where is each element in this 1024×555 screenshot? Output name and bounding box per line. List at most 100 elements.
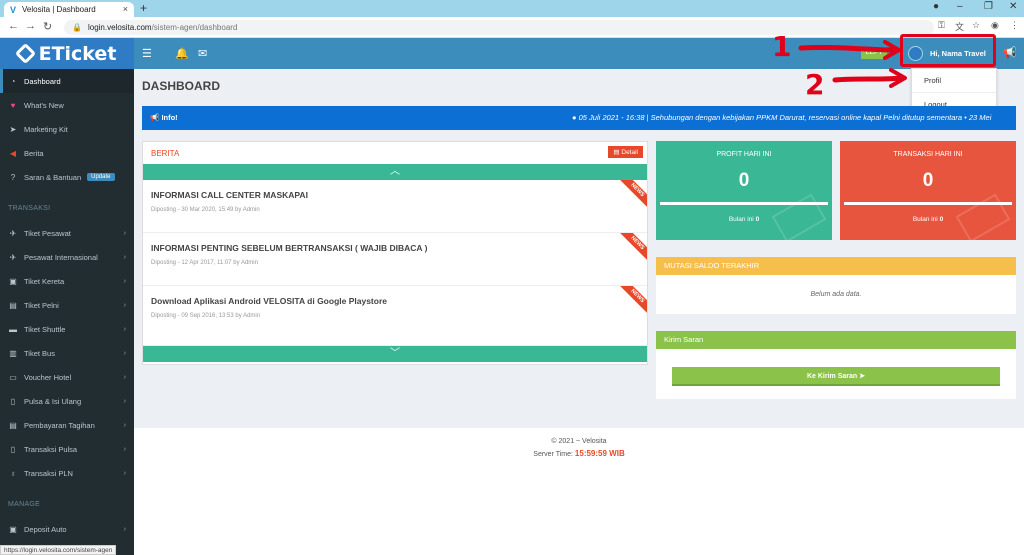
news-item[interactable]: INFORMASI CALL CENTER MASKAPAI Diposting…: [143, 180, 647, 233]
tab-close-icon[interactable]: ×: [123, 4, 128, 14]
berita-detail-button[interactable]: ▤ Detail: [608, 146, 643, 158]
detail-label: Detail: [621, 149, 638, 156]
reload-icon[interactable]: ↻: [43, 20, 52, 33]
chevron-right-icon: ›: [123, 469, 126, 477]
annotation-arrows: [798, 40, 907, 88]
mutasi-title: MUTASI SALDO TERAKHIR: [656, 257, 1016, 275]
bus-icon: ▥: [9, 348, 17, 358]
news-item[interactable]: Download Aplikasi Android VELOSITA di Go…: [143, 286, 647, 346]
menu-item-profil[interactable]: Profil: [912, 69, 996, 92]
sidebar-item-label: Marketing Kit: [24, 124, 68, 134]
sidebar-item-tiket-bus[interactable]: ▥ Tiket Bus ›: [0, 341, 134, 365]
sidebar-item-label: Tiket Kereta: [24, 276, 65, 286]
sidebar-item-berita[interactable]: ◀ Berita: [0, 141, 134, 165]
news-meta: Diposting - 30 Mar 2020, 15:49 by Admin: [151, 207, 260, 213]
tab-title: Velosita | Dashboard: [22, 5, 96, 14]
chevron-right-icon: ›: [123, 277, 126, 285]
announcement-megaphone-icon[interactable]: 📢: [1003, 46, 1017, 59]
status-bar-url: https://login.velosita.com/sistem-agen: [0, 545, 117, 555]
window-close-icon[interactable]: ✕: [1009, 1, 1017, 12]
sidebar-item-label: Tiket Pesawat: [24, 228, 71, 238]
sidebar-item-saran-bantuan[interactable]: ? Saran & Bantuan Update: [0, 165, 134, 189]
address-bar-row: ← → ↻ 🔒 login.velosita.com/sistem-agen/d…: [0, 17, 1024, 38]
sidebar-item-tiket-shuttle[interactable]: ▬ Tiket Shuttle ›: [0, 317, 134, 341]
profile-circle-icon[interactable]: ●: [933, 1, 939, 12]
sidebar-item-pulsa-isi-ulang[interactable]: ▯ Pulsa & Isi Ulang ›: [0, 389, 134, 413]
hamburger-menu-icon[interactable]: ☰: [142, 47, 152, 60]
bed-icon: ▭: [9, 372, 17, 382]
chevron-up-icon: ︿: [390, 166, 400, 177]
minimize-icon[interactable]: –: [957, 1, 963, 12]
envelope-icon[interactable]: ✉: [198, 47, 207, 60]
translate-icon[interactable]: 文: [955, 20, 964, 33]
sidebar-item-label: Pesawat Internasional: [24, 252, 98, 262]
scroll-down-button[interactable]: ﹀: [143, 346, 647, 362]
forward-icon[interactable]: →: [25, 20, 36, 32]
berita-title: BERITA: [151, 149, 180, 158]
url-input[interactable]: 🔒 login.velosita.com/sistem-agen/dashboa…: [64, 20, 934, 35]
footer: © 2021 ~ Velosita Server Time: 15:59:59 …: [134, 428, 1024, 555]
annotation-number-1: 1: [772, 30, 792, 63]
sidebar-item-tiket-kereta[interactable]: ▣ Tiket Kereta ›: [0, 269, 134, 293]
news-title[interactable]: Download Aplikasi Android VELOSITA di Go…: [151, 296, 387, 306]
saran-button-label: Ke Kirim Saran: [806, 373, 858, 380]
info-ticker-content: 05 Juli 2021 - 16:38 | Sehubungan dengan…: [578, 113, 992, 122]
sidebar-item-label: Pembayaran Tagihan: [24, 420, 95, 430]
app-logo[interactable]: ETicket: [0, 38, 134, 69]
news-title[interactable]: INFORMASI PENTING SEBELUM BERTRANSAKSI (…: [151, 243, 427, 253]
transaksi-divider: [844, 202, 1012, 205]
chevron-right-icon: ›: [123, 421, 126, 429]
kirim-saran-button[interactable]: Ke Kirim Saran ➤: [672, 367, 1000, 386]
train-icon: ▣: [9, 276, 17, 286]
sidebar-item-whats-new[interactable]: ♥ What's New: [0, 93, 134, 117]
key-icon[interactable]: ⚿: [938, 20, 945, 31]
scroll-up-button[interactable]: ︿: [143, 164, 647, 180]
sidebar-item-dashboard[interactable]: ◔ Dashboard: [0, 69, 134, 93]
chevron-right-icon: ›: [123, 373, 126, 381]
more-menu-icon[interactable]: ⋮: [1010, 20, 1019, 31]
sidebar-item-label: Dashboard: [24, 76, 61, 86]
sidebar-item-transaksi-pln[interactable]: ♁ Transaksi PLN ›: [0, 461, 134, 485]
saran-title: Kirim Saran: [656, 331, 1016, 349]
sidebar-item-voucher-hotel[interactable]: ▭ Voucher Hotel ›: [0, 365, 134, 389]
news-item[interactable]: INFORMASI PENTING SEBELUM BERTRANSAKSI (…: [143, 233, 647, 286]
sidebar-item-deposit-auto[interactable]: ▣ Deposit Auto ›: [0, 517, 134, 541]
sidebar-item-tiket-pesawat[interactable]: ✈ Tiket Pesawat ›: [0, 221, 134, 245]
transaksi-card: TRANSAKSI HARI INI 0 Bulan ini 0: [840, 141, 1016, 240]
sidebar-item-marketing-kit[interactable]: ➤ Marketing Kit: [0, 117, 134, 141]
transaksi-value: 0: [922, 170, 934, 191]
chevron-right-icon: ›: [123, 301, 126, 309]
profit-month-label: Bulan ini: [728, 216, 754, 223]
chevron-right-icon: ›: [123, 397, 126, 405]
back-icon[interactable]: ←: [8, 20, 19, 32]
chevron-right-icon: ›: [123, 325, 126, 333]
heart-icon: ♥: [10, 100, 16, 110]
sidebar-item-pembayaran-tagihan[interactable]: ▤ Pembayaran Tagihan ›: [0, 413, 134, 437]
info-label: 📢 Info!: [150, 113, 178, 122]
chevron-right-icon: ›: [123, 445, 126, 453]
news-ribbon: NEWS: [618, 286, 647, 316]
mutasi-empty-text: Belum ada data.: [810, 291, 862, 298]
news-title[interactable]: INFORMASI CALL CENTER MASKAPAI: [151, 190, 308, 200]
sidebar-item-label: Tiket Pelni: [24, 300, 59, 310]
logo-text: ETicket: [38, 42, 117, 65]
new-tab-button[interactable]: +: [140, 1, 147, 15]
star-icon[interactable]: ☆: [972, 20, 980, 31]
chevron-right-icon: ›: [123, 349, 126, 357]
transaksi-month-label: Bulan ini: [912, 216, 938, 223]
browser-tab[interactable]: V Velosita | Dashboard ×: [4, 2, 134, 17]
transaksi-label: TRANSAKSI HARI INI: [893, 151, 963, 158]
maximize-icon[interactable]: ❐: [984, 1, 993, 12]
account-icon[interactable]: ◉: [991, 20, 999, 31]
sidebar-item-pesawat-internasional[interactable]: ✈ Pesawat Internasional ›: [0, 245, 134, 269]
profit-card: PROFIT HARI INI 0 Bulan ini 0: [656, 141, 832, 240]
update-badge: Update: [87, 173, 115, 181]
profit-divider: [660, 202, 828, 205]
bell-icon[interactable]: 🔔: [175, 47, 189, 60]
mutasi-saldo-panel: MUTASI SALDO TERAKHIR Belum ada data.: [656, 257, 1016, 314]
sidebar-item-tiket-pelni[interactable]: ▤ Tiket Pelni ›: [0, 293, 134, 317]
profit-month: Bulan ini 0: [656, 216, 832, 223]
sidebar-item-transaksi-pulsa[interactable]: ▯ Transaksi Pulsa ›: [0, 437, 134, 461]
dashboard-icon: ◔: [10, 76, 16, 86]
sidebar-item-label: Tiket Shuttle: [24, 324, 66, 334]
